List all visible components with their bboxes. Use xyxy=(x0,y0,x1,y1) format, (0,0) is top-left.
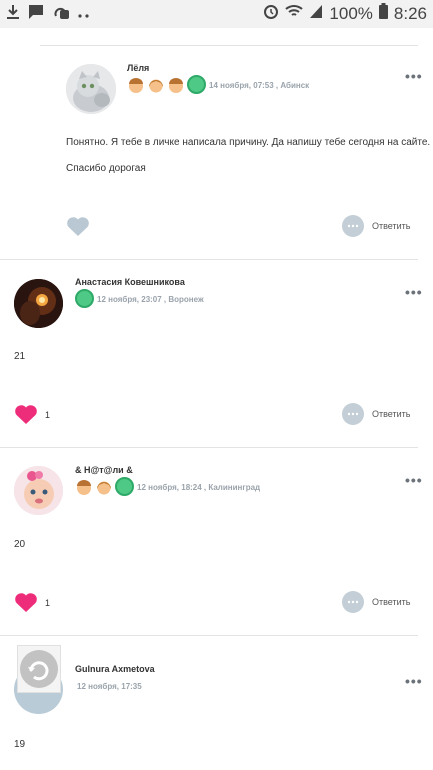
battery-icon xyxy=(378,3,388,24)
avatar-cat[interactable] xyxy=(66,64,116,114)
sync-icon xyxy=(52,4,70,25)
like-button[interactable] xyxy=(66,216,90,242)
battery-percent: 100% xyxy=(329,3,373,23)
boy-badge-icon xyxy=(129,77,143,93)
more-options-button[interactable]: ••• xyxy=(405,472,423,488)
achievement-badges xyxy=(75,289,94,308)
comment-text: 19 xyxy=(14,739,26,750)
heart-icon xyxy=(15,593,37,612)
status-bar: 100% 8:26 xyxy=(0,0,433,28)
boy-badge-icon xyxy=(77,479,91,495)
comment-author[interactable]: & Н@т@ли & xyxy=(75,465,133,475)
divider xyxy=(0,447,418,448)
comment-meta: 12 ноября, 18:24 , Калининград xyxy=(137,483,261,492)
reply-label: Ответить xyxy=(372,597,411,607)
online-badge-icon xyxy=(115,477,134,496)
scroll-to-top-button[interactable] xyxy=(17,645,61,693)
reply-icon xyxy=(342,215,364,237)
divider xyxy=(40,45,418,46)
alarm-icon xyxy=(263,3,279,24)
achievement-badges xyxy=(127,75,206,94)
reply-button[interactable]: Ответить xyxy=(342,403,410,425)
more-notifications-icon xyxy=(78,6,90,24)
comment-meta: 12 ноября, 23:07 , Воронеж xyxy=(97,295,204,304)
girl-badge-icon xyxy=(149,79,163,92)
girl-badge-icon xyxy=(97,481,111,494)
reply-icon xyxy=(342,403,364,425)
download-icon xyxy=(6,4,20,25)
comment-meta: 14 ноября, 07:53 , Абинск xyxy=(209,81,310,90)
reply-button[interactable]: Ответить xyxy=(342,215,410,237)
comment-text: 21 xyxy=(14,351,26,362)
divider xyxy=(0,635,418,636)
like-count: 1 xyxy=(45,598,51,608)
like-button[interactable] xyxy=(14,404,38,430)
refresh-icon xyxy=(20,650,58,688)
divider xyxy=(0,259,418,260)
more-options-button[interactable]: ••• xyxy=(405,673,423,689)
comment-text: Понятно. Я тебе в личке написала причину… xyxy=(66,137,431,148)
more-options-button[interactable]: ••• xyxy=(405,68,423,84)
reply-icon xyxy=(342,591,364,613)
reply-label: Ответить xyxy=(372,221,411,231)
wifi-icon xyxy=(285,3,304,24)
avatar-baby[interactable] xyxy=(14,466,63,515)
comment-author[interactable]: Gulnura Axmetova xyxy=(75,664,155,674)
reply-button[interactable]: Ответить xyxy=(342,591,410,613)
online-badge-icon xyxy=(187,75,206,94)
like-count: 1 xyxy=(45,410,51,420)
comment-author[interactable]: Лёля xyxy=(127,63,149,73)
avatar-candle[interactable] xyxy=(14,279,63,328)
reply-label: Ответить xyxy=(372,409,411,419)
online-badge-icon xyxy=(75,289,94,308)
like-button[interactable] xyxy=(14,592,38,618)
clock: 8:26 xyxy=(393,3,427,23)
signal-icon xyxy=(309,3,323,24)
heart-icon xyxy=(67,217,89,236)
comment-text: Спасибо дорогая xyxy=(66,163,146,174)
comment-author[interactable]: Анастасия Ковешникова xyxy=(75,277,185,287)
more-options-button[interactable]: ••• xyxy=(405,284,423,300)
comment-meta: 12 ноября, 17:35 xyxy=(77,682,142,691)
achievement-badges xyxy=(75,477,134,496)
heart-icon xyxy=(15,405,37,424)
message-icon xyxy=(28,4,44,25)
boy-badge-icon xyxy=(169,77,183,93)
comment-text: 20 xyxy=(14,539,26,550)
